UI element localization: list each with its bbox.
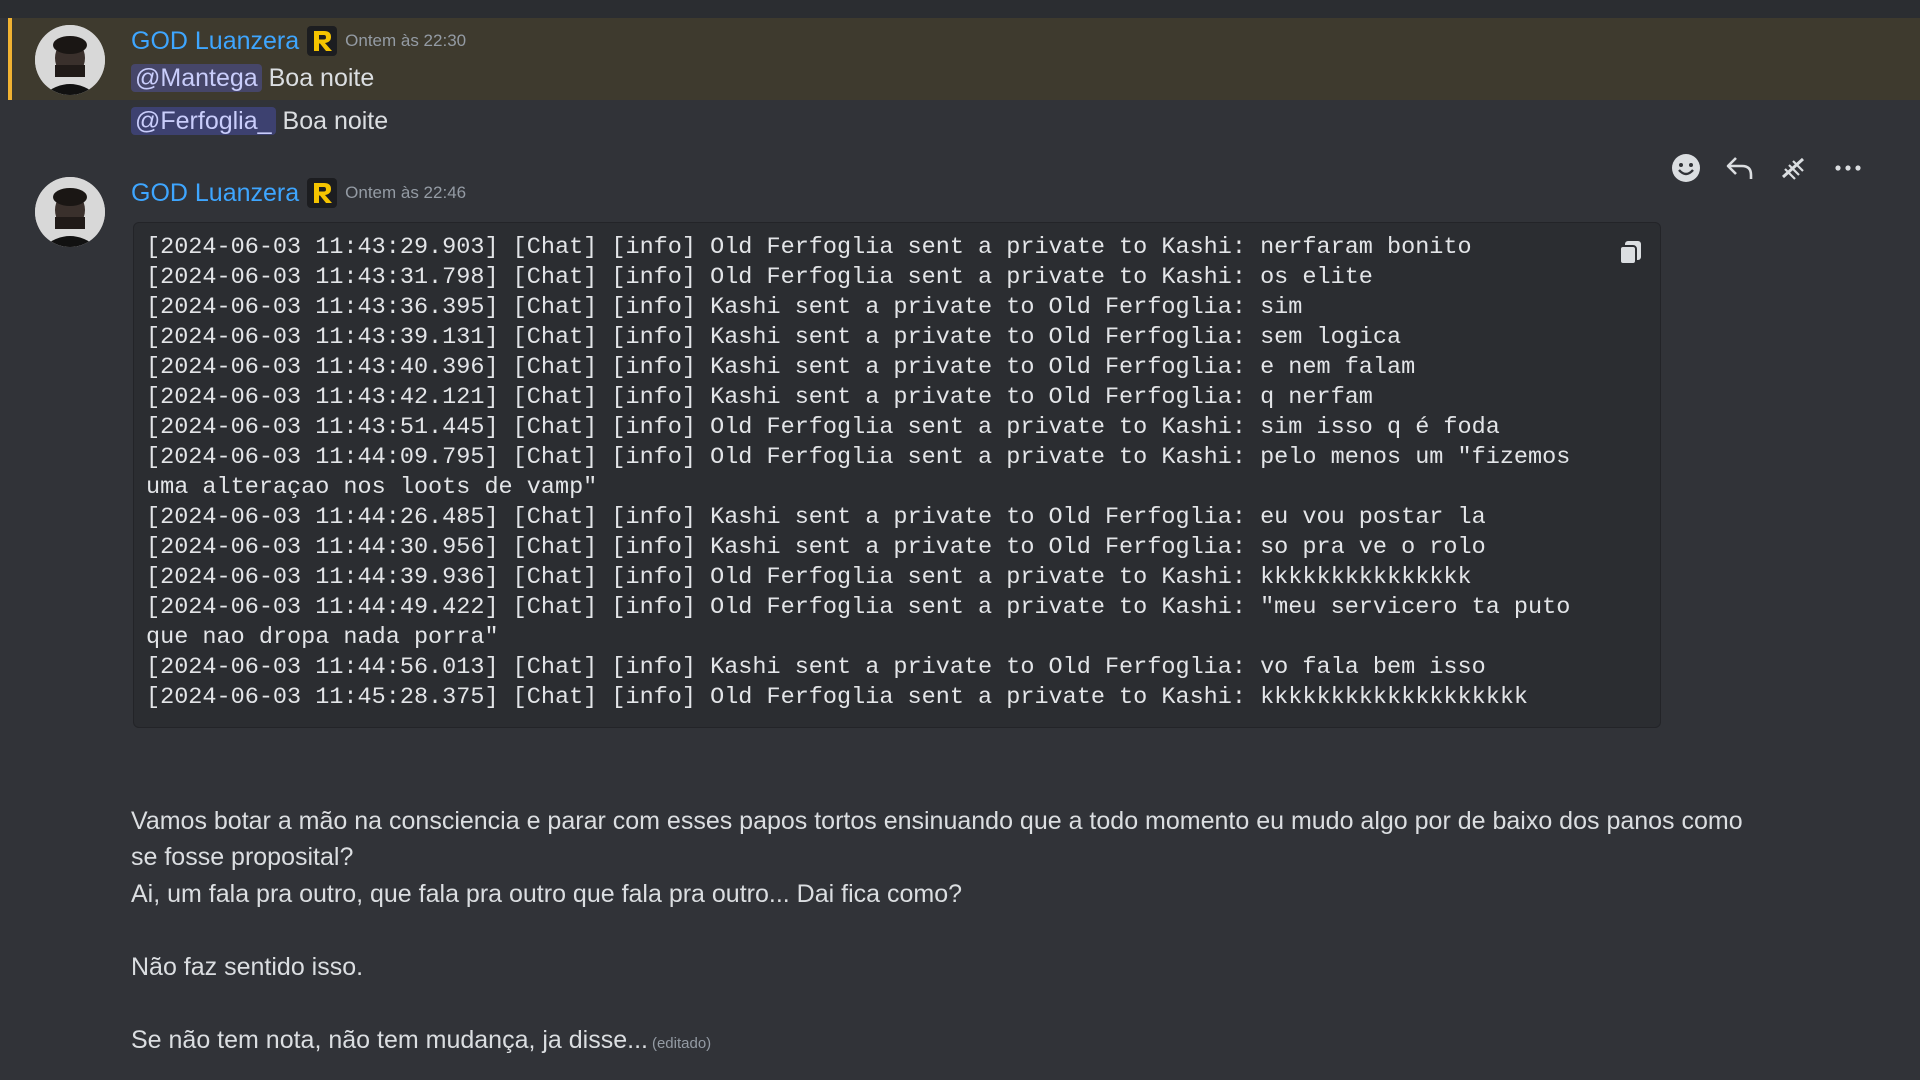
timestamp: Ontem às 22:30 <box>345 31 467 50</box>
copy-icon <box>1619 241 1641 265</box>
add-reaction-button[interactable] <box>1666 148 1706 188</box>
avatar[interactable] <box>35 25 105 95</box>
ellipsis-icon <box>1835 165 1861 171</box>
message-header: GOD Luanzera Ontem às 22:30 <box>131 24 466 58</box>
message-line: @Ferfoglia_ Boa noite <box>131 102 388 140</box>
user-mention[interactable]: @Ferfoglia_ <box>131 107 276 135</box>
message-hover-toolbar <box>1666 148 1868 188</box>
message-text: Boa noite <box>268 64 375 92</box>
reply-button[interactable] <box>1720 148 1760 188</box>
edited-label: (editado) <box>651 1035 712 1052</box>
username[interactable]: GOD Luanzera <box>131 176 299 210</box>
message-line: @Mantega Boa noite <box>131 59 374 97</box>
message-paragraph: Vamos botar a mão na consciencia e parar… <box>131 807 1743 835</box>
r-role-badge-icon[interactable] <box>307 178 338 208</box>
timestamp: Ontem às 22:46 <box>345 183 467 202</box>
smiley-icon <box>1672 154 1700 182</box>
message-paragraph: se fosse proposital? <box>131 843 354 871</box>
r-role-badge-icon[interactable] <box>307 26 338 56</box>
forward-button[interactable] <box>1774 148 1814 188</box>
message-text: Boa noite <box>282 107 389 135</box>
more-options-button[interactable] <box>1828 148 1868 188</box>
message-header: GOD Luanzera Ontem às 22:46 <box>131 176 466 210</box>
avatar-image <box>35 177 105 247</box>
message-paragraph: Ai, um fala pra outro, que fala pra outr… <box>131 880 963 908</box>
avatar-image <box>35 25 105 95</box>
user-mention[interactable]: @Mantega <box>131 64 262 92</box>
reply-arrow-icon <box>1726 157 1753 179</box>
forward-icon <box>1781 157 1805 180</box>
message-paragraph-last: Se não tem nota, não tem mudança, ja dis… <box>131 1022 711 1062</box>
code-block: [2024-06-03 11:43:29.903] [Chat] [info] … <box>133 222 1661 728</box>
copy-code-button[interactable] <box>1616 237 1646 267</box>
username[interactable]: GOD Luanzera <box>131 24 299 58</box>
avatar[interactable] <box>35 177 105 247</box>
top-strip <box>0 0 1920 18</box>
message-text: Se não tem nota, não tem mudança, ja dis… <box>131 1026 648 1054</box>
mention-highlight-bar <box>8 18 12 100</box>
message-paragraph: Não faz sentido isso. <box>131 953 364 981</box>
code-block-text: [2024-06-03 11:43:29.903] [Chat] [info] … <box>146 234 1571 711</box>
